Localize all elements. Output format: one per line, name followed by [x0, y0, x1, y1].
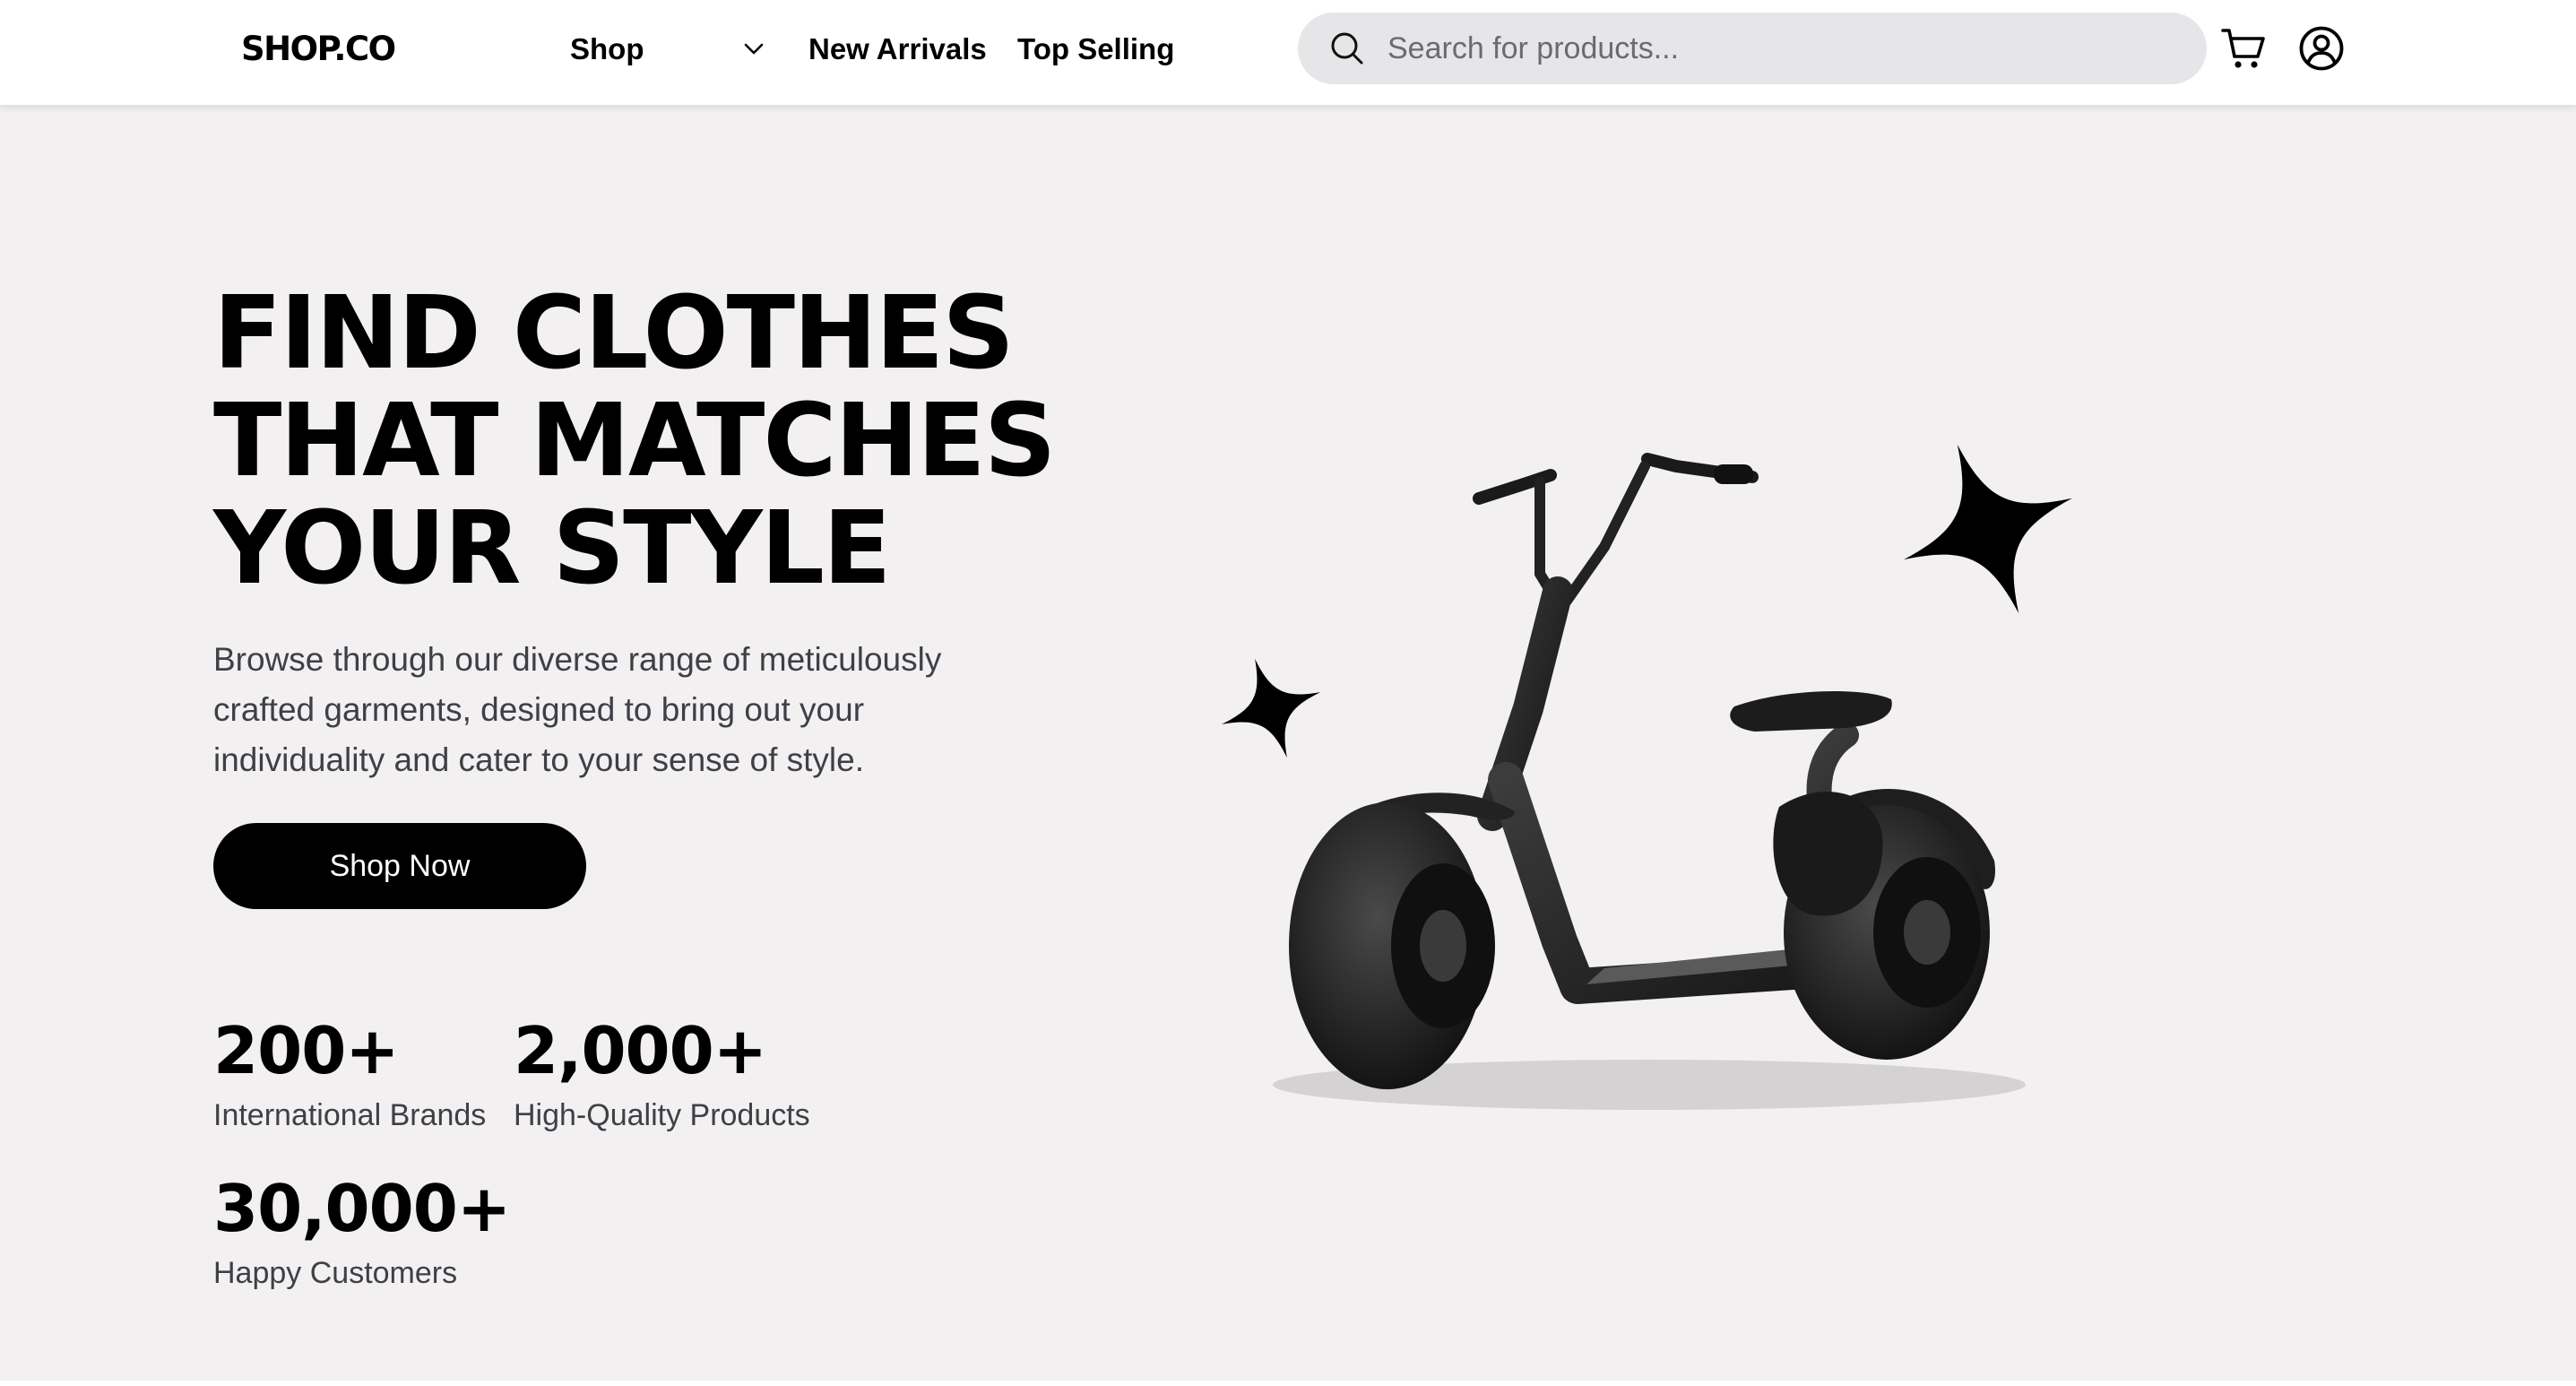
hero-title-line: THAT MATCHES	[213, 383, 1056, 499]
account-icon[interactable]	[2297, 24, 2346, 73]
search-bar	[1298, 13, 2207, 84]
nav-shop-label: Shop	[570, 32, 644, 65]
section-divider	[0, 1381, 2576, 1386]
top-navbar: SHOP.CO Shop New Arrivals Top Selling	[0, 0, 2576, 105]
hero-description: Browse through our diverse range of meti…	[213, 641, 942, 778]
hero-title-line: YOUR STYLE	[213, 490, 892, 607]
stat-brands: 200+ International Brands	[213, 1013, 486, 1135]
hero-title: FIND CLOTHES THAT MATCHES YOUR STYLE	[213, 275, 1056, 607]
stat-customers: 30,000+ Happy Customers	[213, 1171, 511, 1293]
electric-scooter-image	[1273, 453, 2026, 1110]
stat-value: 30,000+	[213, 1171, 511, 1246]
brand-logo[interactable]: SHOP.CO	[241, 26, 396, 73]
stat-label: Happy Customers	[213, 1256, 458, 1290]
nav-top-selling-link[interactable]: Top Selling	[1017, 26, 1174, 73]
stat-value: 200+	[213, 1013, 400, 1088]
stat-label: International Brands	[213, 1098, 487, 1132]
chevron-down-icon	[740, 36, 767, 63]
nav-new-arrivals-link[interactable]: New Arrivals	[808, 26, 987, 73]
shop-now-button[interactable]: Shop Now	[213, 823, 586, 909]
hero-title-line: FIND CLOTHES	[213, 275, 1015, 392]
cart-icon[interactable]	[2219, 24, 2268, 73]
stat-value: 2,000+	[514, 1013, 767, 1088]
search-icon	[1328, 30, 1366, 67]
search-input[interactable]	[1386, 21, 2178, 76]
stat-label: High-Quality Products	[514, 1098, 810, 1132]
stat-products: 2,000+ High-Quality Products	[514, 1013, 810, 1135]
nav-shop-dropdown[interactable]: Shop	[570, 26, 767, 73]
